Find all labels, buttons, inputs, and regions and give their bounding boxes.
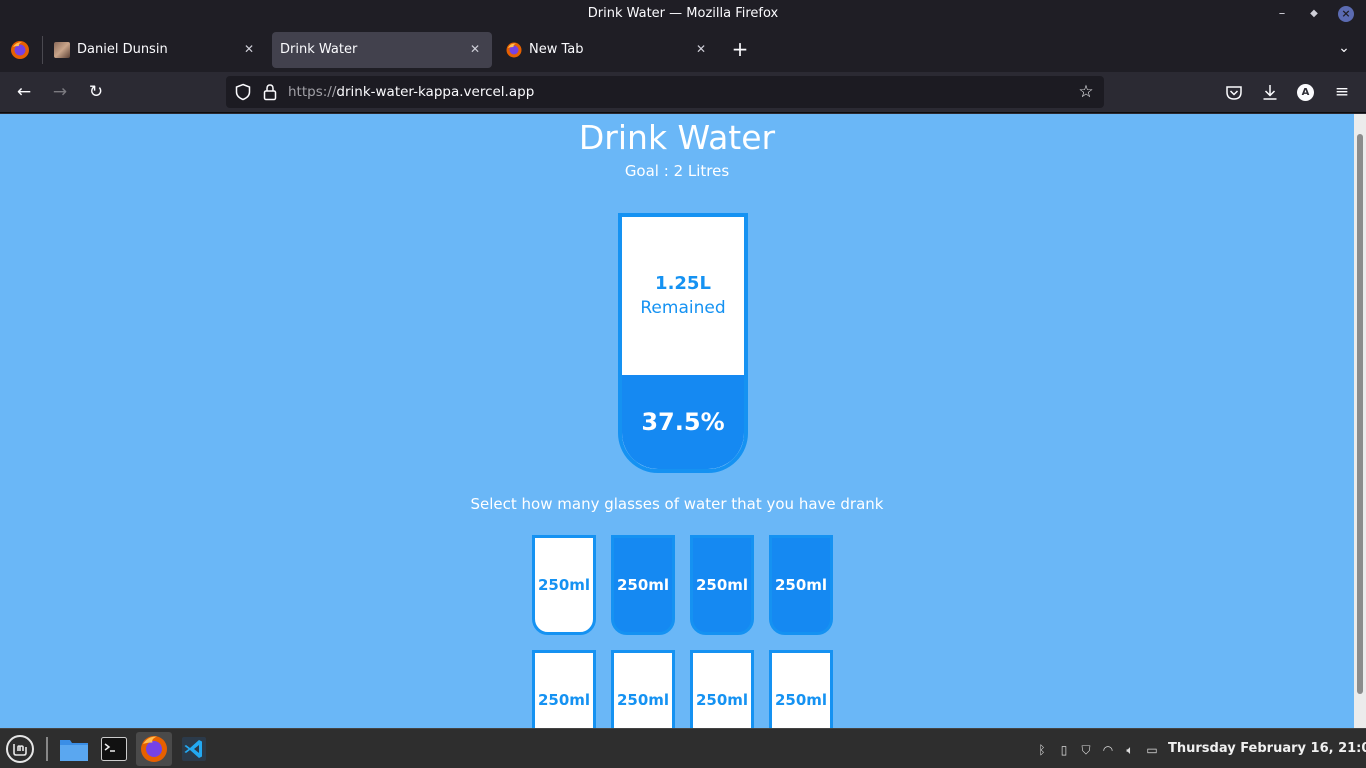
taskbar: ᛒ ▯ ⛉ ◠ 🔈︎ ▭ Thursday February 16, 21:05 bbox=[0, 728, 1366, 768]
small-cup[interactable]: 250ml bbox=[769, 650, 833, 728]
small-cup[interactable]: 250ml bbox=[611, 650, 675, 728]
terminal-app-button[interactable] bbox=[96, 732, 132, 766]
close-tab-icon[interactable]: ✕ bbox=[466, 40, 484, 58]
percentage-label: 37.5% bbox=[641, 407, 725, 436]
small-cup[interactable]: 250ml bbox=[611, 535, 675, 635]
tab-new-tab[interactable]: New Tab ✕ bbox=[498, 32, 718, 68]
minimize-window-button[interactable]: – bbox=[1272, 4, 1292, 24]
system-tray: ᛒ ▯ ⛉ ◠ 🔈︎ ▭ bbox=[1034, 741, 1160, 759]
tracking-protection-shield-icon[interactable] bbox=[234, 83, 252, 101]
url-text[interactable]: https://drink-water-kappa.vercel.app bbox=[288, 84, 534, 100]
pocket-icon[interactable] bbox=[1225, 84, 1243, 102]
tab-daniel-dunsin[interactable]: Daniel Dunsin ✕ bbox=[46, 32, 266, 68]
firefox-view-icon[interactable] bbox=[10, 40, 30, 60]
tab-label: New Tab bbox=[529, 42, 584, 57]
close-icon: × bbox=[1338, 6, 1354, 22]
clock[interactable]: Thursday February 16, 21:05 bbox=[1168, 741, 1366, 756]
remained-amount: 1.25L bbox=[655, 273, 711, 295]
url-protocol: https:// bbox=[288, 84, 337, 100]
list-all-tabs-chevron-icon[interactable]: ⌄ bbox=[1334, 40, 1354, 60]
firefox-favicon-icon bbox=[506, 42, 522, 58]
url-host: drink-water-kappa.vercel.app bbox=[336, 84, 535, 100]
tab-label: Drink Water bbox=[280, 42, 358, 57]
remained-section: 1.25L Remained bbox=[622, 217, 744, 375]
volume-icon[interactable]: 🔈︎ bbox=[1122, 742, 1138, 758]
scrollbar-thumb[interactable] bbox=[1357, 134, 1363, 694]
navigation-toolbar: ← → ↻ https://drink-water-kappa.vercel.a… bbox=[0, 72, 1366, 113]
terminal-icon bbox=[101, 737, 127, 761]
new-tab-button[interactable]: + bbox=[728, 38, 752, 62]
close-tab-icon[interactable]: ✕ bbox=[240, 40, 258, 58]
small-cup[interactable]: 250ml bbox=[769, 535, 833, 635]
lock-icon[interactable] bbox=[262, 83, 278, 101]
page-scrollbar[interactable] bbox=[1354, 114, 1366, 728]
small-cup[interactable]: 250ml bbox=[690, 535, 754, 635]
files-app-button[interactable] bbox=[56, 732, 92, 766]
tab-strip: Daniel Dunsin ✕ Drink Water ✕ New Tab ✕ … bbox=[0, 28, 1366, 72]
big-cup: 1.25L Remained 37.5% bbox=[618, 213, 748, 473]
remained-label: Remained bbox=[640, 298, 726, 319]
vscode-icon bbox=[182, 737, 206, 761]
downloads-icon[interactable] bbox=[1261, 83, 1279, 101]
tab-label: Daniel Dunsin bbox=[77, 42, 168, 57]
instructions-text: Select how many glasses of water that yo… bbox=[470, 495, 884, 513]
close-tab-icon[interactable]: ✕ bbox=[692, 40, 710, 58]
start-menu-button[interactable] bbox=[2, 732, 38, 766]
reload-icon[interactable]: ↻ bbox=[84, 80, 108, 104]
forward-arrow-icon[interactable]: → bbox=[48, 80, 72, 104]
small-cup[interactable]: 250ml bbox=[532, 650, 596, 728]
window-titlebar: Drink Water — Mozilla Firefox – ◆ × bbox=[0, 0, 1366, 28]
battery-icon[interactable]: ▭ bbox=[1144, 742, 1160, 758]
bluetooth-icon[interactable]: ᛒ bbox=[1034, 742, 1050, 758]
window-title: Drink Water — Mozilla Firefox bbox=[587, 6, 779, 21]
tab-separator bbox=[42, 36, 43, 64]
wifi-icon[interactable]: ◠ bbox=[1100, 742, 1116, 758]
clipboard-icon[interactable]: ▯ bbox=[1056, 742, 1072, 758]
close-window-button[interactable]: × bbox=[1336, 4, 1356, 24]
vscode-app-button[interactable] bbox=[176, 732, 212, 766]
profile-photo-favicon bbox=[54, 42, 70, 58]
percentage-fill: 37.5% bbox=[622, 374, 744, 469]
firefox-app-button[interactable] bbox=[136, 732, 172, 766]
firefox-icon bbox=[141, 736, 167, 762]
small-cup[interactable]: 250ml bbox=[690, 650, 754, 728]
folder-icon bbox=[60, 740, 88, 761]
goal-text: Goal : 2 Litres bbox=[624, 162, 730, 180]
address-bar[interactable]: https://drink-water-kappa.vercel.app ☆ bbox=[226, 76, 1104, 108]
page-content: Drink Water Goal : 2 Litres 1.25L Remain… bbox=[0, 114, 1354, 728]
small-cup[interactable]: 250ml bbox=[532, 535, 596, 635]
update-shield-icon[interactable]: ⛉ bbox=[1078, 742, 1094, 758]
tab-drink-water[interactable]: Drink Water ✕ bbox=[272, 32, 492, 68]
account-avatar-icon[interactable]: A bbox=[1297, 84, 1314, 101]
bookmark-star-icon[interactable]: ☆ bbox=[1074, 80, 1098, 104]
back-arrow-icon[interactable]: ← bbox=[12, 80, 36, 104]
taskbar-separator bbox=[46, 737, 48, 761]
hamburger-menu-icon[interactable]: ≡ bbox=[1330, 80, 1354, 104]
linux-mint-logo-icon bbox=[6, 735, 34, 763]
page-title: Drink Water bbox=[578, 118, 776, 157]
maximize-window-button[interactable]: ◆ bbox=[1304, 4, 1324, 24]
